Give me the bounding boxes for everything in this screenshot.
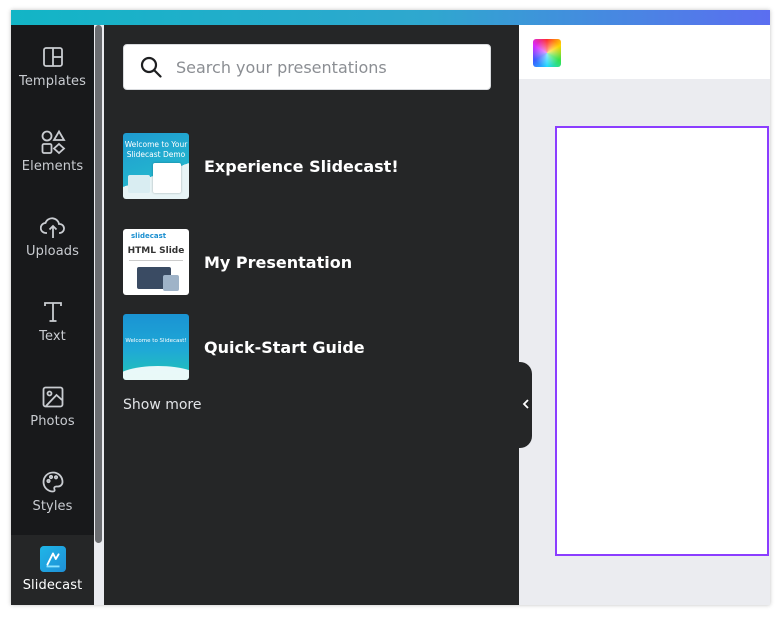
rail-item-label: Text: [39, 329, 66, 344]
presentation-item[interactable]: Welcome to Slidecast! Quick-Start Guide: [123, 314, 483, 380]
top-gradient-bar: [11, 10, 770, 25]
presentation-title: My Presentation: [204, 252, 353, 272]
thumbnail-divider: [129, 260, 183, 261]
slidecast-logo: slidecast: [131, 232, 167, 240]
rail-item-text[interactable]: Text: [11, 280, 94, 365]
templates-icon: [40, 44, 66, 70]
elements-icon: [40, 129, 66, 155]
thumbnail-text: Welcome to Slidecast!: [125, 338, 187, 344]
chevron-left-icon: [522, 398, 530, 412]
rail-item-styles[interactable]: Styles: [11, 450, 94, 535]
thumbnail-graphic: [163, 275, 179, 291]
color-picker-button[interactable]: [533, 39, 561, 67]
photo-icon: [40, 384, 66, 410]
show-more-link[interactable]: Show more: [123, 397, 202, 413]
presentation-item[interactable]: Welcome to Your Slidecast Demo Experienc…: [123, 133, 483, 199]
palette-icon: [40, 469, 66, 495]
thumbnail-graphic: [123, 366, 189, 380]
panel-scrollbar[interactable]: [95, 25, 102, 543]
search-icon: [140, 56, 162, 78]
rail-item-label: Elements: [21, 159, 84, 174]
slidecast-panel: Welcome to Your Slidecast Demo Experienc…: [104, 25, 519, 605]
rail-item-label: Styles: [32, 499, 73, 514]
rail-item-label: Slidecast: [22, 578, 83, 593]
thumbnail-text: Welcome to Your Slidecast Demo: [124, 140, 188, 159]
collapse-panel-button[interactable]: [519, 362, 532, 448]
rail-item-label: Photos: [30, 414, 75, 429]
presentation-thumbnail: slidecast HTML Slide: [123, 229, 189, 295]
rail-item-templates[interactable]: Templates: [11, 25, 94, 110]
rail-item-slidecast[interactable]: Slidecast: [11, 535, 94, 605]
rail-item-label: Templates: [19, 74, 86, 89]
rail-item-uploads[interactable]: Uploads: [11, 195, 94, 280]
thumbnail-graphic: [153, 163, 181, 193]
upload-cloud-icon: [39, 214, 66, 240]
selected-slide[interactable]: [555, 126, 769, 556]
search-input[interactable]: [174, 56, 478, 78]
slidecast-app-icon: [39, 546, 66, 572]
canvas-toolbar: [519, 25, 770, 79]
presentation-item[interactable]: slidecast HTML Slide My Presentation: [123, 229, 483, 295]
thumbnail-graphic: [128, 175, 150, 193]
side-rail: Templates Elements Uploads Text Photos S…: [11, 25, 94, 605]
rail-item-elements[interactable]: Elements: [11, 110, 94, 195]
rail-item-photos[interactable]: Photos: [11, 365, 94, 450]
presentation-title: Experience Slidecast!: [204, 156, 399, 176]
presentation-title: Quick-Start Guide: [204, 337, 365, 357]
search-box[interactable]: [123, 44, 491, 90]
presentation-thumbnail: Welcome to Slidecast!: [123, 314, 189, 380]
text-icon: [40, 299, 66, 325]
thumbnail-text: HTML Slide: [127, 246, 185, 256]
rail-item-label: Uploads: [25, 244, 80, 259]
presentation-thumbnail: Welcome to Your Slidecast Demo: [123, 133, 189, 199]
